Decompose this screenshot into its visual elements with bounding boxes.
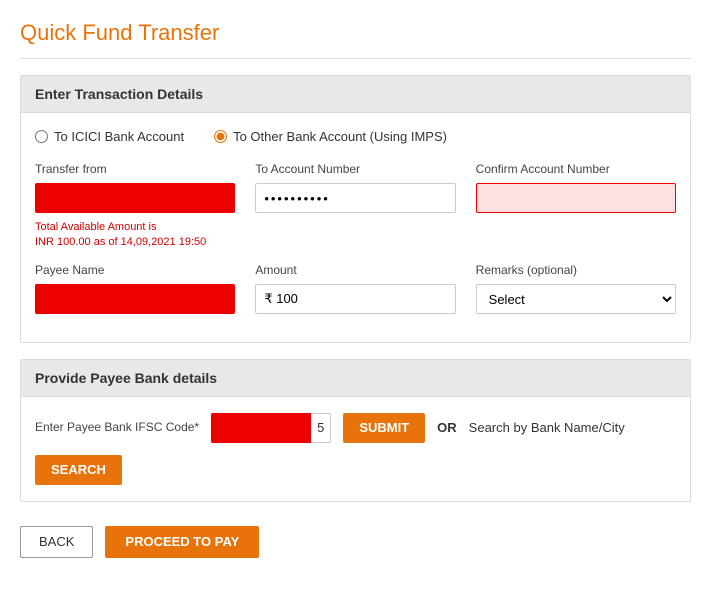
confirm-account-label: Confirm Account Number	[476, 162, 676, 176]
back-button[interactable]: BACK	[20, 526, 93, 558]
payee-bank-row: Enter Payee Bank IFSC Code* 5 SUBMIT OR …	[35, 413, 676, 485]
or-text: OR	[437, 420, 457, 435]
radio-icici[interactable]: To ICICI Bank Account	[35, 129, 184, 144]
amount-group: Amount	[255, 263, 455, 314]
amount-input[interactable]	[255, 284, 455, 314]
transfer-from-group: Transfer from Total Available Amount is …	[35, 162, 235, 251]
radio-other[interactable]: To Other Bank Account (Using IMPS)	[214, 129, 447, 144]
account-fields-row: Transfer from Total Available Amount is …	[35, 162, 676, 251]
payee-name-label: Payee Name	[35, 263, 235, 277]
submit-button[interactable]: SUBMIT	[343, 413, 425, 443]
ifsc-label: Enter Payee Bank IFSC Code*	[35, 419, 199, 436]
payee-bank-section: Provide Payee Bank details Enter Payee B…	[20, 359, 691, 502]
radio-other-label: To Other Bank Account (Using IMPS)	[233, 129, 447, 144]
payee-name-input[interactable]	[35, 284, 235, 314]
account-number-label: To Account Number	[255, 162, 455, 176]
proceed-button[interactable]: PROCEED TO PAY	[105, 526, 259, 558]
search-by-label: Search by Bank Name/City	[469, 420, 625, 435]
transfer-from-label: Transfer from	[35, 162, 235, 176]
remarks-label: Remarks (optional)	[476, 263, 676, 277]
available-amount-text: Total Available Amount is INR 100.00 as …	[35, 220, 235, 251]
remarks-group: Remarks (optional) Select	[476, 263, 676, 314]
radio-other-input[interactable]	[214, 130, 227, 143]
confirm-account-group: Confirm Account Number	[476, 162, 676, 213]
radio-icici-input[interactable]	[35, 130, 48, 143]
payee-amount-row: Payee Name Amount Remarks (optional) Sel…	[35, 263, 676, 314]
page-title: Quick Fund Transfer	[20, 20, 691, 46]
transaction-section-body: To ICICI Bank Account To Other Bank Acco…	[21, 113, 690, 342]
payee-bank-section-header: Provide Payee Bank details	[21, 360, 690, 397]
account-number-input[interactable]	[255, 183, 455, 213]
search-button[interactable]: SEARCH	[35, 455, 122, 485]
transfer-from-select[interactable]	[35, 183, 235, 213]
transfer-type-radio-group: To ICICI Bank Account To Other Bank Acco…	[35, 129, 676, 144]
title-divider	[20, 58, 691, 59]
account-number-group: To Account Number	[255, 162, 455, 213]
ifsc-suffix: 5	[311, 413, 331, 443]
amount-label: Amount	[255, 263, 455, 277]
radio-icici-label: To ICICI Bank Account	[54, 129, 184, 144]
ifsc-input[interactable]	[211, 413, 311, 443]
footer-row: BACK PROCEED TO PAY	[20, 518, 691, 566]
confirm-account-input[interactable]	[476, 183, 676, 213]
ifsc-field-wrapper: 5	[211, 413, 331, 443]
payee-name-group: Payee Name	[35, 263, 235, 314]
transaction-section-header: Enter Transaction Details	[21, 76, 690, 113]
payee-bank-section-body: Enter Payee Bank IFSC Code* 5 SUBMIT OR …	[21, 397, 690, 501]
remarks-select[interactable]: Select	[476, 284, 676, 314]
transaction-section: Enter Transaction Details To ICICI Bank …	[20, 75, 691, 343]
